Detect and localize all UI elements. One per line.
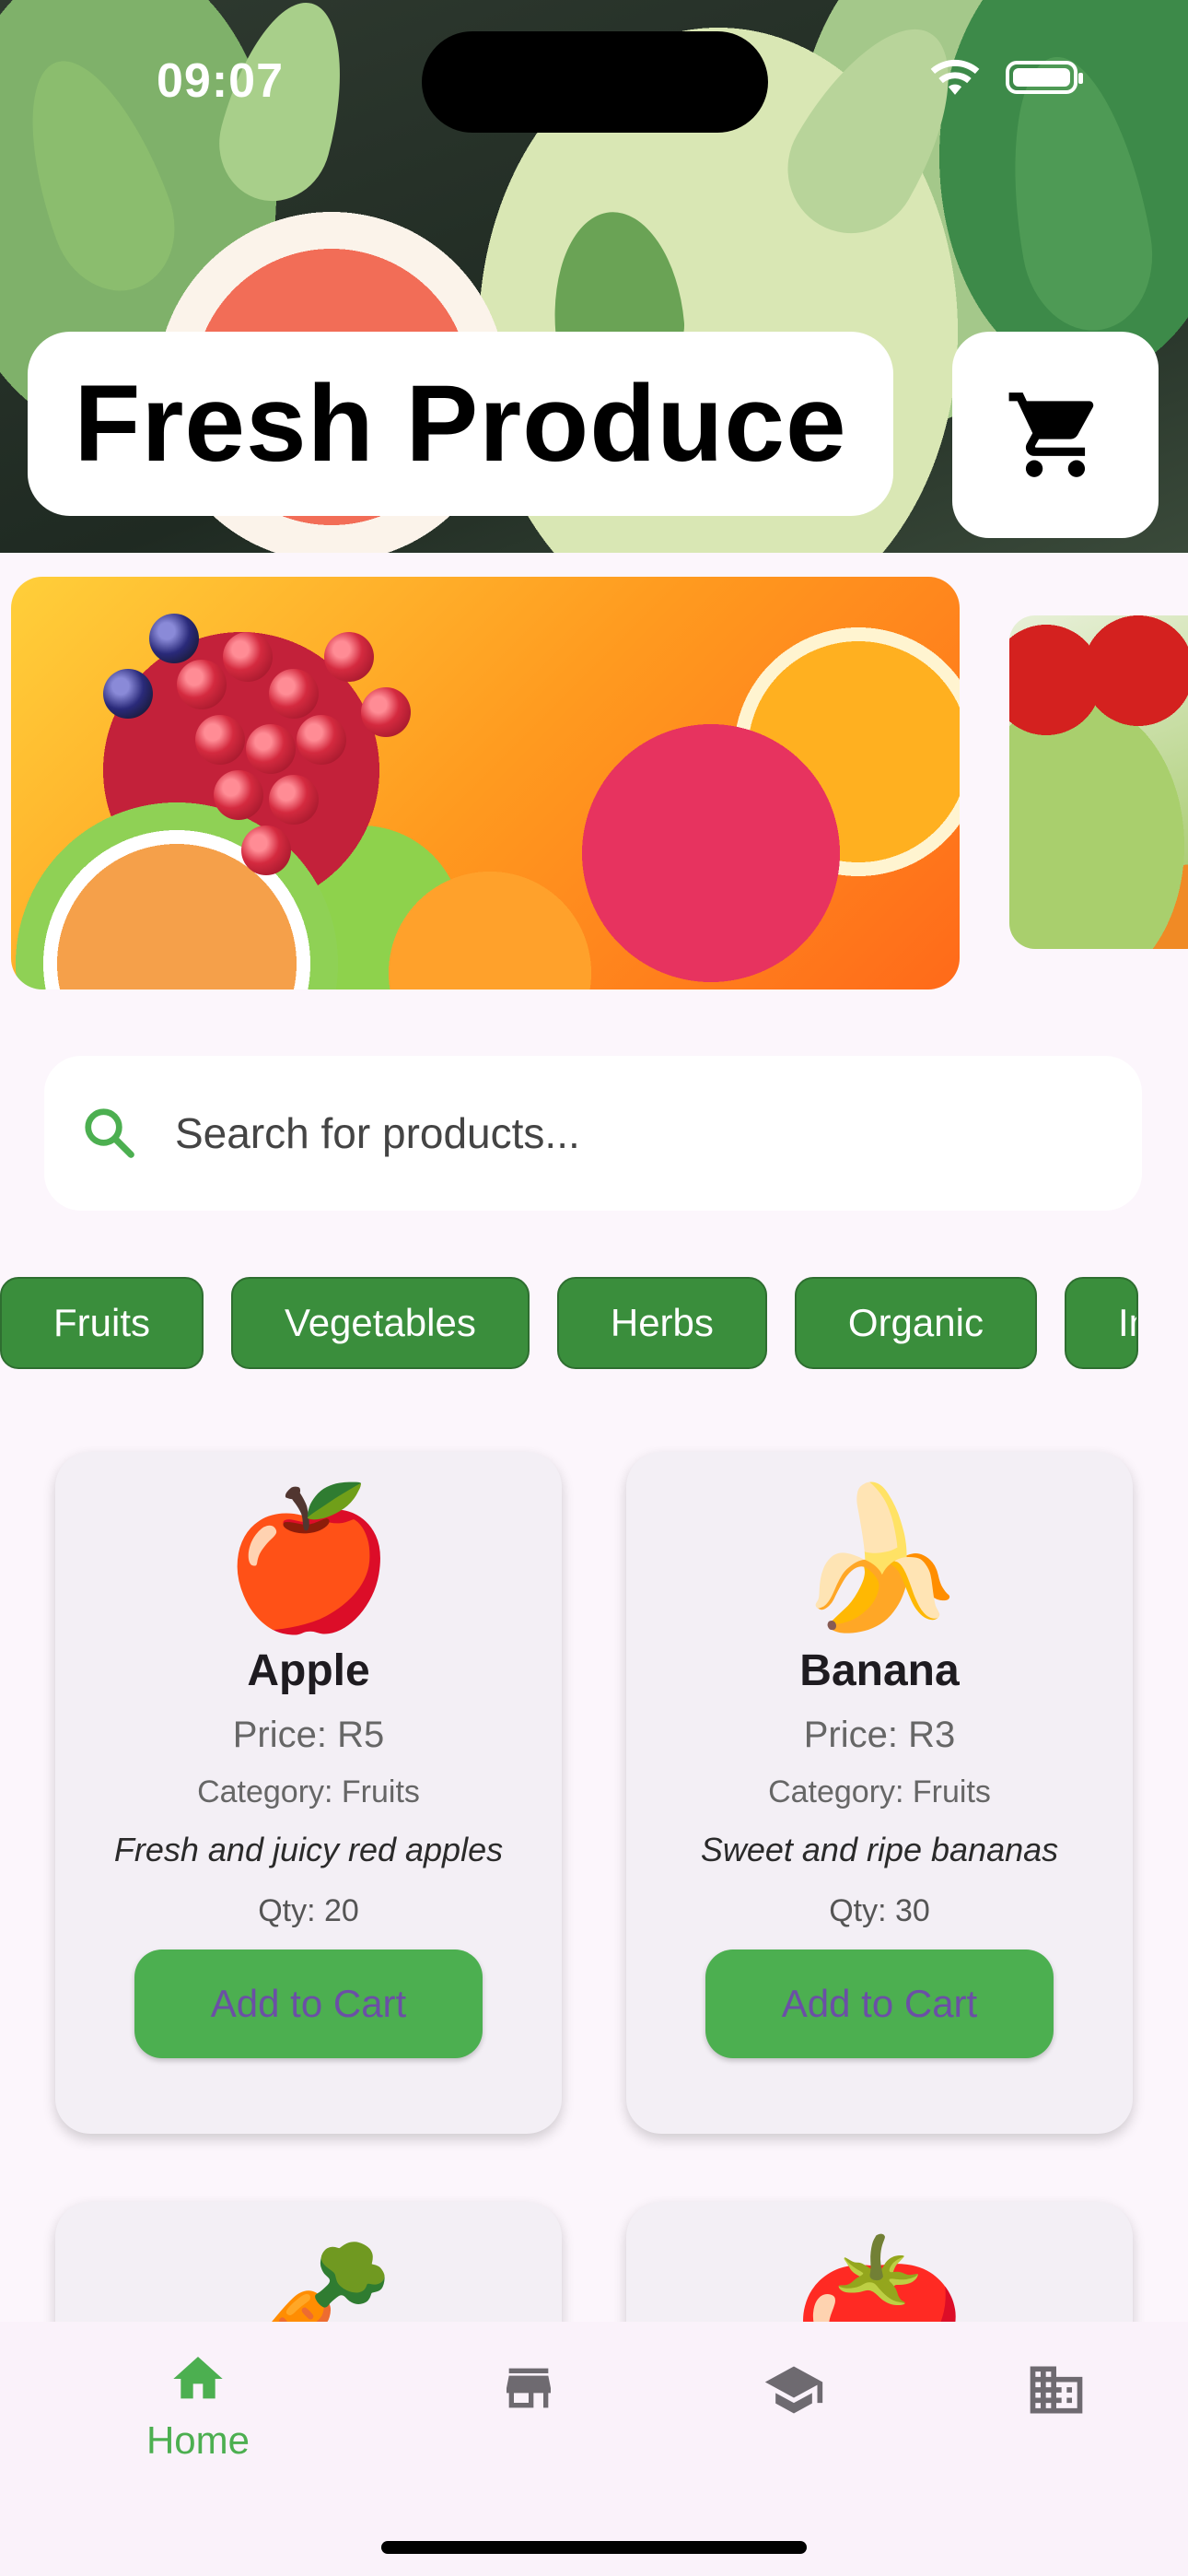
battery-icon bbox=[1006, 61, 1083, 94]
nav-business[interactable] bbox=[983, 2359, 1130, 2426]
home-icon bbox=[173, 2357, 223, 2399]
cart-button[interactable] bbox=[952, 332, 1159, 538]
wifi-icon bbox=[930, 59, 980, 95]
product-quantity: Qty: 20 bbox=[258, 1893, 359, 1928]
system-icons bbox=[928, 59, 1083, 96]
promo-banner-vegetables[interactable] bbox=[1009, 615, 1188, 949]
promo-banner-fruits[interactable] bbox=[11, 577, 960, 989]
page-title-pill: Fresh Produce bbox=[28, 332, 893, 516]
chip-vegetables[interactable]: Vegetables bbox=[231, 1277, 530, 1369]
add-to-cart-button[interactable]: Add to Cart bbox=[134, 1950, 483, 2058]
chip-organic[interactable]: Organic bbox=[794, 1277, 1037, 1369]
cart-icon bbox=[1008, 392, 1094, 477]
home-indicator[interactable] bbox=[381, 2541, 807, 2554]
product-description: Sweet and ripe bananas bbox=[700, 1831, 1059, 1868]
nav-school[interactable] bbox=[720, 2359, 868, 2426]
nav-home[interactable]: Home bbox=[124, 2349, 272, 2463]
product-card-banana[interactable]: 🍌 Banana Price: R3 Category: Fruits Swee… bbox=[626, 1452, 1133, 2134]
status-time: 09:07 bbox=[157, 54, 284, 108]
product-card-apple[interactable]: 🍎 Apple Price: R5 Category: Fruits Fresh… bbox=[55, 1452, 562, 2134]
nav-home-label: Home bbox=[146, 2418, 250, 2462]
product-quantity: Qty: 30 bbox=[829, 1893, 930, 1928]
product-name: Apple bbox=[247, 1646, 370, 1695]
bottom-navigation: Home bbox=[0, 2322, 1188, 2576]
product-description: Fresh and juicy red apples bbox=[113, 1831, 504, 1868]
business-icon bbox=[1030, 2366, 1083, 2414]
status-bar: 09:07 bbox=[0, 0, 1188, 157]
product-name: Banana bbox=[799, 1646, 960, 1695]
search-icon bbox=[85, 1108, 134, 1158]
category-chips: Fruits Vegetables Herbs Organic Im bbox=[0, 1277, 1138, 1373]
banana-icon: 🍌 bbox=[793, 1481, 966, 1635]
product-category: Category: Fruits bbox=[197, 1774, 420, 1809]
school-icon bbox=[764, 2366, 823, 2414]
apple-icon: 🍎 bbox=[222, 1481, 395, 1635]
store-icon bbox=[507, 2368, 551, 2408]
hero-header: 09:07 Fresh Produce bbox=[0, 0, 1188, 553]
nav-store[interactable] bbox=[455, 2359, 602, 2422]
chip-partial[interactable]: Im bbox=[1064, 1277, 1138, 1369]
product-price: Price: R5 bbox=[232, 1715, 385, 1755]
product-price: Price: R3 bbox=[803, 1715, 956, 1755]
product-category: Category: Fruits bbox=[768, 1774, 991, 1809]
page-title: Fresh Produce bbox=[74, 363, 847, 485]
chip-fruits[interactable]: Fruits bbox=[0, 1277, 204, 1369]
chip-herbs[interactable]: Herbs bbox=[556, 1277, 767, 1369]
dynamic-island bbox=[422, 31, 768, 133]
add-to-cart-button[interactable]: Add to Cart bbox=[705, 1950, 1054, 2058]
search-input[interactable]: Search for products... bbox=[175, 1108, 580, 1158]
search-bar[interactable]: Search for products... bbox=[44, 1056, 1142, 1211]
